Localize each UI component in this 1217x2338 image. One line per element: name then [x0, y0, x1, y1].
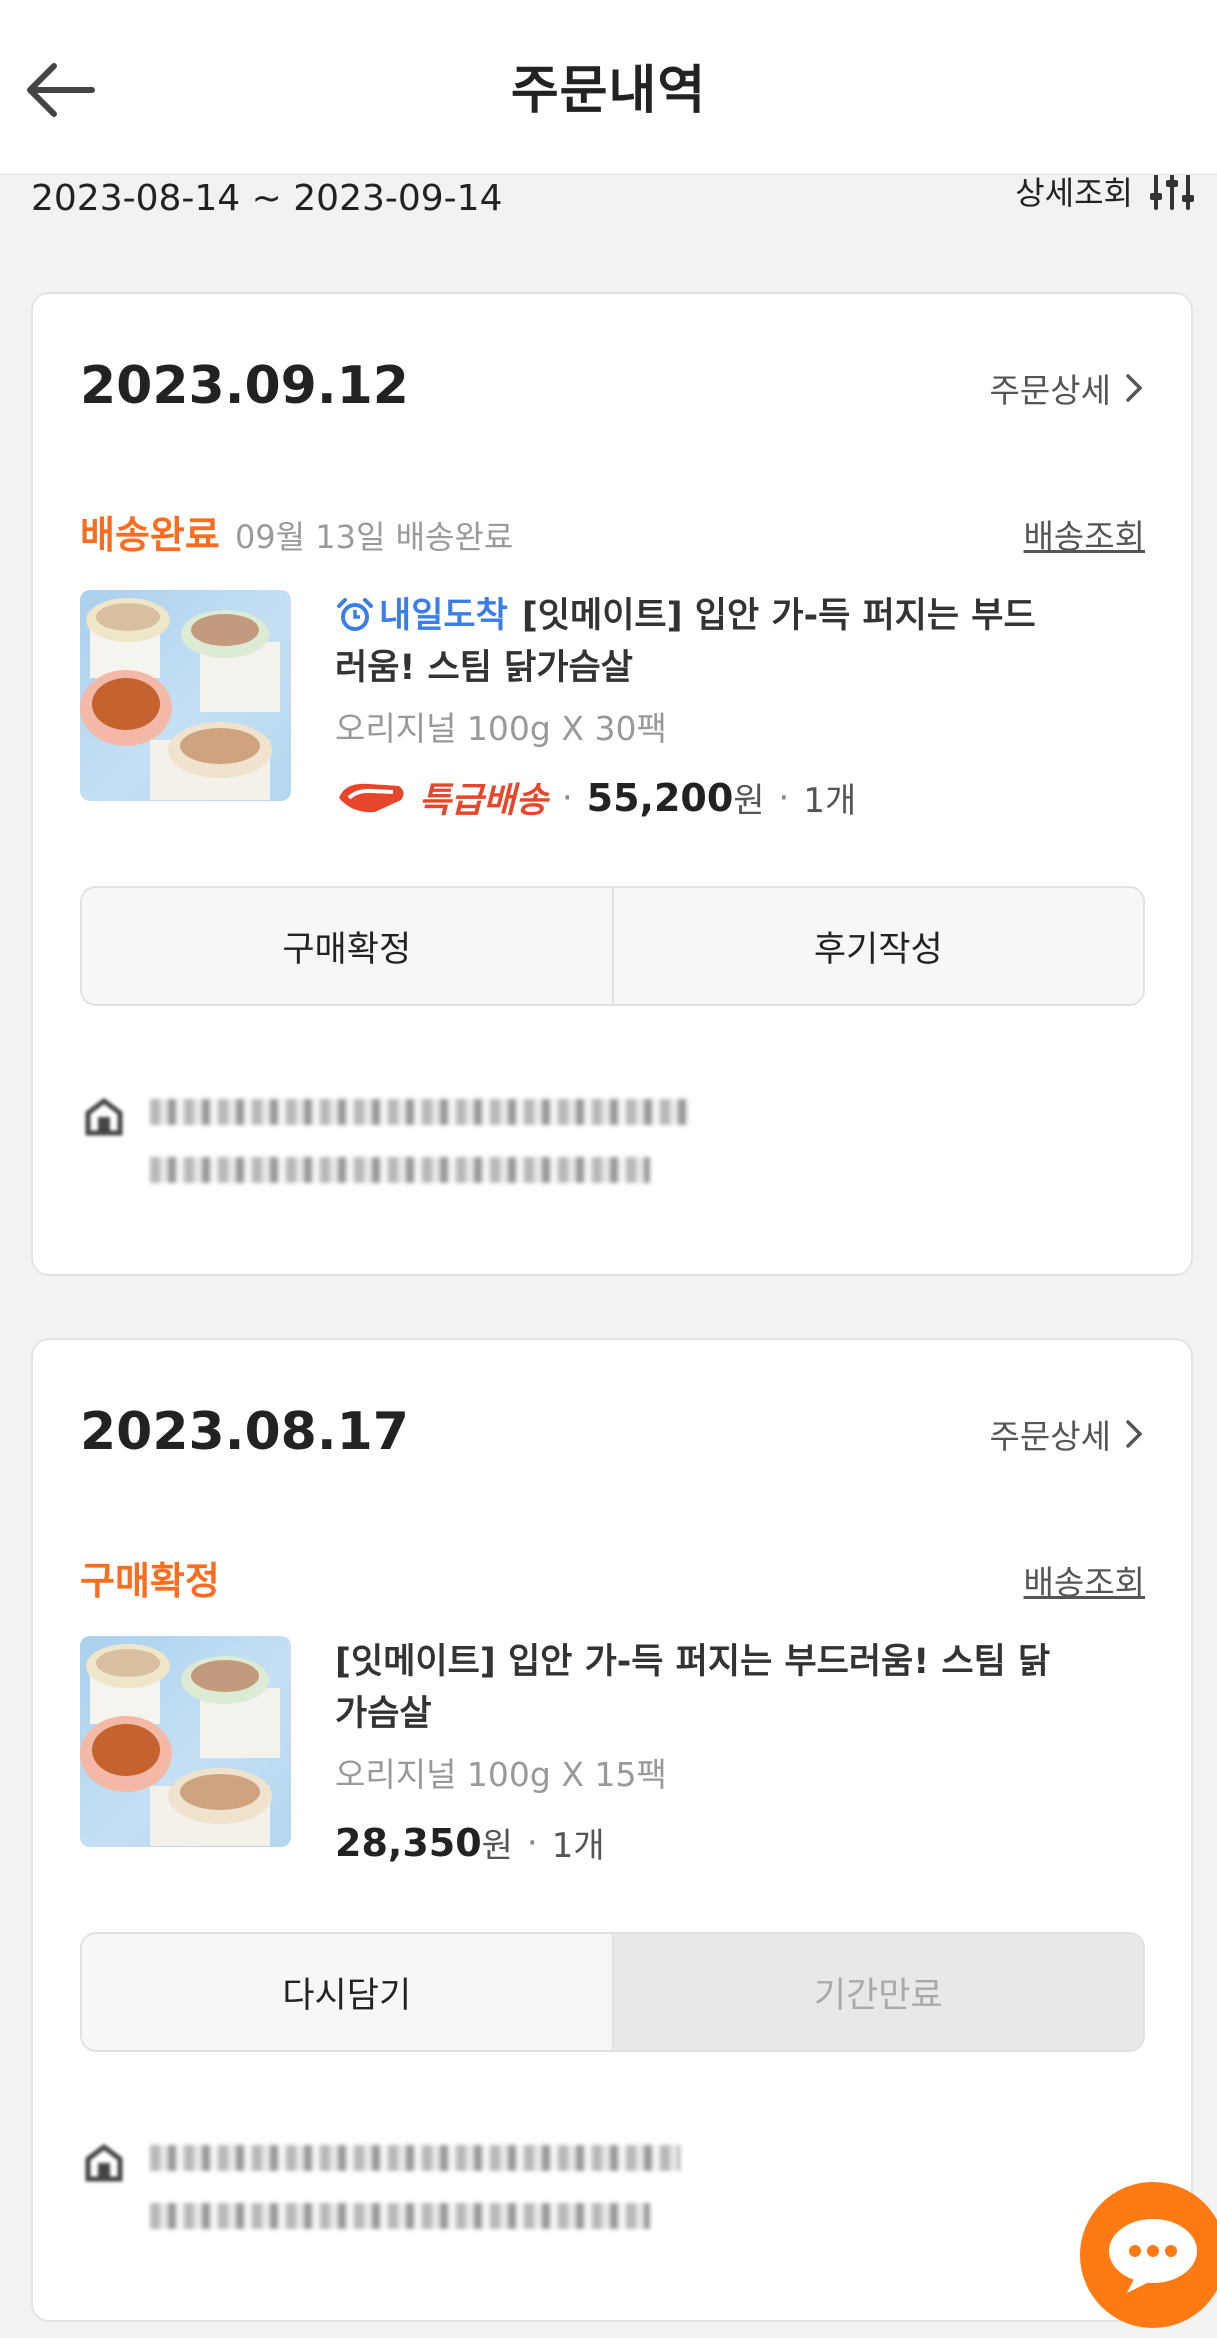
order-card: 2023.08.17 주문상세 구매확정 배송조회 [잇메이트] 입안 가-득 …: [31, 1338, 1193, 2322]
price-row: 특급배송 · 55,200 원 · 1개: [335, 772, 1051, 823]
action-buttons: 구매확정 후기작성: [80, 886, 1145, 1006]
status-row: 배송완료 09월 13일 배송완료 배송조회: [80, 504, 1145, 557]
separator-dot: ·: [778, 777, 790, 818]
redacted-text: [150, 1157, 650, 1183]
chat-bubble-icon: [1109, 2219, 1197, 2293]
order-detail-link[interactable]: 주문상세: [990, 1410, 1143, 1458]
product-option: 오리지널 100g X 15팩: [335, 1755, 667, 1794]
product-info[interactable]: 내일도착 [잇메이트] 입안 가-득 퍼지는 부드러움! 스팀 닭가슴살 오리지널…: [335, 590, 1051, 823]
redacted-text: [150, 2203, 650, 2229]
delivery-date: 09월 13일 배송완료: [234, 518, 514, 556]
product-thumbnail[interactable]: [80, 1636, 291, 1847]
product-name: 내일도착 [잇메이트] 입안 가-득 퍼지는 부드러움! 스팀 닭가슴살: [335, 590, 1051, 694]
filter-sliders-icon: [1150, 172, 1194, 210]
redacted-text: [150, 1099, 690, 1125]
product-image: [80, 598, 280, 800]
confirm-purchase-button[interactable]: 구매확정: [82, 888, 612, 1004]
seller-notice: [80, 2135, 1145, 2255]
add-to-cart-again-button[interactable]: 다시담기: [82, 1934, 612, 2050]
redacted-text: [150, 2145, 680, 2171]
quantity: 1개: [551, 1826, 605, 1866]
express-shipping-icon: [339, 783, 404, 812]
store-icon: [85, 2143, 123, 2182]
order-card: 2023.09.12 주문상세 배송완료 09월 13일 배송완료 배송조회 내…: [31, 292, 1193, 1276]
product-image: [80, 1644, 280, 1846]
separator-dot: ·: [526, 1822, 538, 1863]
track-delivery-link[interactable]: 배송조회: [1024, 1556, 1145, 1604]
order-detail-label: 주문상세: [989, 1417, 1111, 1456]
price: 28,350: [335, 1820, 482, 1865]
write-review-button[interactable]: 후기작성: [611, 888, 1143, 1004]
product-info[interactable]: [잇메이트] 입안 가-득 퍼지는 부드러움! 스팀 닭가슴살 오리지널 100…: [335, 1636, 1051, 1867]
page-title: 주문내역: [510, 61, 707, 121]
order-date: 2023.09.12: [80, 356, 409, 416]
chat-button[interactable]: [1080, 2182, 1217, 2328]
price-row: 28,350 원 · 1개: [335, 1818, 1051, 1867]
separator-dot: ·: [561, 777, 573, 818]
seller-notice: [80, 1089, 1145, 1209]
order-status: 구매확정: [80, 1559, 220, 1603]
currency: 원: [481, 1826, 513, 1866]
order-detail-label: 주문상세: [989, 371, 1111, 410]
product-name: [잇메이트] 입안 가-득 퍼지는 부드러움! 스팀 닭가슴살: [335, 1642, 1051, 1734]
order-status: 배송완료: [80, 513, 220, 557]
track-delivery-link[interactable]: 배송조회: [1024, 510, 1145, 558]
alarm-clock-icon: [337, 598, 373, 631]
quantity: 1개: [803, 781, 857, 821]
chevron-right-icon: [1126, 374, 1143, 402]
delivery-badge: 내일도착: [335, 596, 508, 636]
date-range[interactable]: 2023-08-14 ~ 2023-09-14: [31, 178, 502, 219]
chevron-right-icon: [1126, 1420, 1143, 1448]
product-thumbnail[interactable]: [80, 590, 291, 801]
order-date: 2023.08.17: [80, 1402, 409, 1462]
order-detail-link[interactable]: 주문상세: [990, 364, 1143, 412]
app-header: 주문내역: [0, 0, 1217, 175]
delivery-badge-label: 내일도착: [379, 596, 508, 636]
status-row: 구매확정 배송조회: [80, 1550, 1145, 1603]
store-icon: [85, 1097, 123, 1136]
price: 55,200: [586, 775, 734, 820]
currency: 원: [733, 781, 765, 821]
shipping-tag: 특급배송: [419, 781, 548, 821]
expired-button: 기간만료: [611, 1934, 1143, 2050]
product-option: 오리지널 100g X 30팩: [335, 709, 667, 748]
filter-bar: 2023-08-14 ~ 2023-09-14 상세조회: [0, 172, 1217, 274]
action-buttons: 다시담기 기간만료: [80, 1932, 1145, 2052]
